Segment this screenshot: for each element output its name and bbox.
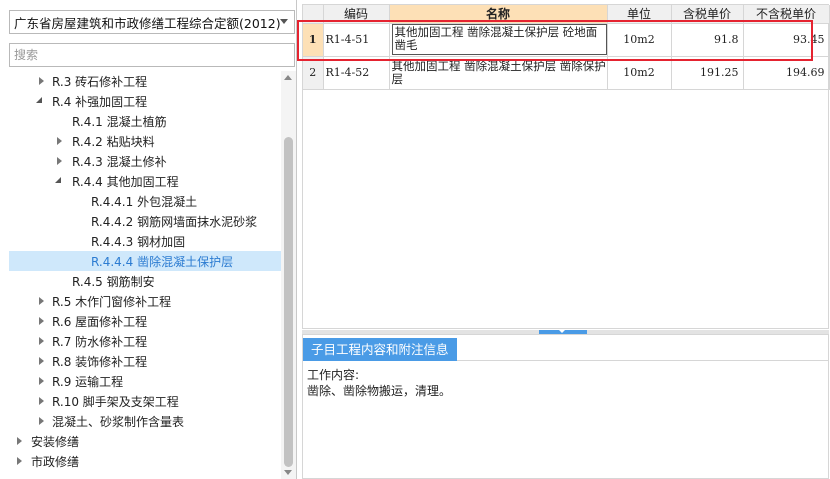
tree-node-r444-selected[interactable]: R.4.4.4 凿除混凝土保护层 <box>9 251 281 271</box>
tree-node-label: R.4.4.2 钢筋网墙面抹水泥砂浆 <box>91 214 258 229</box>
tree-node-r8[interactable]: R.8 装饰修补工程 <box>9 351 281 371</box>
tree-node-r5[interactable]: R.5 木作门窗修补工程 <box>9 291 281 311</box>
tree-node-r45[interactable]: R.4.5 钢筋制安 <box>9 271 281 291</box>
tree-node-r6[interactable]: R.6 屋面修补工程 <box>9 311 281 331</box>
cell-code[interactable]: R1-4-51 <box>323 23 390 57</box>
tree-toggle-icon[interactable] <box>37 296 47 306</box>
scroll-up-icon[interactable] <box>284 75 292 80</box>
header-tax-excl-price[interactable]: 不含税单价 <box>743 5 830 24</box>
tree-node-label: R.4.3 混凝土修补 <box>72 154 167 169</box>
tree-node-label: R.4.4.4 凿除混凝土保护层 <box>91 254 234 269</box>
row-number: 1 <box>303 23 324 57</box>
chevron-down-icon[interactable] <box>280 19 288 24</box>
tree-node-label: 安装修缮 <box>31 434 80 449</box>
tree-node-label: R.9 运输工程 <box>52 374 124 389</box>
tree-node-label: R.3 砖石修补工程 <box>52 74 148 89</box>
cell-name[interactable]: 其他加固工程 凿除混凝土保护层 砼地面凿毛 <box>389 23 608 57</box>
cell-tax-incl-price[interactable]: 191.25 <box>671 56 744 90</box>
work-content-label: 工作内容: <box>307 368 360 382</box>
header-rownum <box>303 5 324 24</box>
tree-node-r41[interactable]: R.4.1 混凝土植筋 <box>9 111 281 131</box>
tree-node-r10[interactable]: R.10 脚手架及支架工程 <box>9 391 281 411</box>
cell-name-editor[interactable]: 其他加固工程 凿除混凝土保护层 砼地面凿毛 <box>391 24 607 55</box>
cell-tax-excl-price[interactable]: 194.69 <box>743 56 830 90</box>
tree-node-municipal[interactable]: 市政修缮 <box>9 451 281 471</box>
tree-node-label: R.4.1 混凝土植筋 <box>72 114 167 129</box>
tree-node-r42[interactable]: R.4.2 粘贴块料 <box>9 131 281 151</box>
tree-node-label: R.4.4.3 钢材加固 <box>91 234 186 249</box>
tree-toggle-icon[interactable] <box>37 356 47 366</box>
tree-toggle-icon[interactable] <box>35 96 45 106</box>
tree-node-r443[interactable]: R.4.4.3 钢材加固 <box>9 231 281 251</box>
header-name[interactable]: 名称 <box>389 5 608 24</box>
tree-node-r9[interactable]: R.9 运输工程 <box>9 371 281 391</box>
tab-work-content-notes[interactable]: 子目工程内容和附注信息 <box>303 338 457 361</box>
tree-toggle-icon[interactable] <box>55 136 65 146</box>
tree-node-install[interactable]: 安装修缮 <box>9 431 281 451</box>
info-tabbar: 子目工程内容和附注信息 <box>303 335 828 361</box>
quota-library-value: 广东省房屋建筑和市政修缮工程综合定额(2012) <box>14 15 281 31</box>
header-tax-incl-price[interactable]: 含税单价 <box>671 5 744 24</box>
left-panel: 广东省房屋建筑和市政修缮工程综合定额(2012) R.3 砖石修补工程 R.4 … <box>0 0 297 479</box>
quota-tree: R.3 砖石修补工程 R.4 补强加固工程 R.4.1 混凝土植筋 R.4.2 … <box>0 71 281 479</box>
tree-node-r3[interactable]: R.3 砖石修补工程 <box>9 71 281 91</box>
tree-toggle-icon[interactable] <box>15 436 25 446</box>
work-content-text: 凿除、凿除物搬运，清理。 <box>307 384 452 398</box>
tree-node-r44[interactable]: R.4.4 其他加固工程 <box>9 171 281 191</box>
tree-node-r442[interactable]: R.4.4.2 钢筋网墙面抹水泥砂浆 <box>9 211 281 231</box>
tree-node-label: R.4.5 钢筋制安 <box>72 274 155 289</box>
header-code[interactable]: 编码 <box>323 5 390 24</box>
tree-toggle-icon[interactable] <box>54 176 64 186</box>
cell-unit[interactable]: 10m2 <box>607 56 672 90</box>
quota-library-select[interactable]: 广东省房屋建筑和市政修缮工程综合定额(2012) <box>9 10 295 34</box>
search-input[interactable] <box>9 43 295 67</box>
cell-name[interactable]: 其他加固工程 凿除混凝土保护层 凿除保护层 <box>389 56 608 90</box>
tree-node-mix-table[interactable]: 混凝土、砂浆制作含量表 <box>9 411 281 431</box>
tree-node-label: R.4 补强加固工程 <box>52 94 148 109</box>
tree-toggle-icon[interactable] <box>37 396 47 406</box>
tree-node-label: R.4.4.1 外包混凝土 <box>91 194 198 209</box>
cell-tax-incl-price[interactable]: 91.8 <box>671 23 744 57</box>
table-row[interactable]: 1 R1-4-51 其他加固工程 凿除混凝土保护层 砼地面凿毛 10m2 91.… <box>303 23 830 57</box>
tree-toggle-icon[interactable] <box>37 336 47 346</box>
scroll-down-icon[interactable] <box>284 470 292 475</box>
tree-node-label: R.4.4 其他加固工程 <box>72 174 179 189</box>
scrollbar-thumb[interactable] <box>284 137 293 467</box>
tree-node-label: R.5 木作门窗修补工程 <box>52 294 172 309</box>
tree-node-r7[interactable]: R.7 防水修补工程 <box>9 331 281 351</box>
quota-browser-window: 广东省房屋建筑和市政修缮工程综合定额(2012) R.3 砖石修补工程 R.4 … <box>0 0 830 479</box>
tree-toggle-icon[interactable] <box>37 416 47 426</box>
quota-table: 编码 名称 单位 含税单价 不含税单价 1 R1-4-51 其他加固工程 凿除混… <box>302 4 830 329</box>
row-number: 2 <box>303 56 324 90</box>
cell-tax-excl-price[interactable]: 93.45 <box>743 23 830 57</box>
cell-code[interactable]: R1-4-52 <box>323 56 390 90</box>
tree-node-r43[interactable]: R.4.3 混凝土修补 <box>9 151 281 171</box>
tree-toggle-icon[interactable] <box>15 456 25 466</box>
tree-toggle-icon[interactable] <box>37 316 47 326</box>
cell-unit[interactable]: 10m2 <box>607 23 672 57</box>
info-panel: 子目工程内容和附注信息 工作内容: 凿除、凿除物搬运，清理。 <box>302 334 829 479</box>
table-row[interactable]: 2 R1-4-52 其他加固工程 凿除混凝土保护层 凿除保护层 10m2 191… <box>303 56 830 90</box>
tree-node-label: R.4.2 粘贴块料 <box>72 134 155 149</box>
tree-node-label: 混凝土、砂浆制作含量表 <box>52 414 185 429</box>
tree-node-r441[interactable]: R.4.4.1 外包混凝土 <box>9 191 281 211</box>
tree-node-r4[interactable]: R.4 补强加固工程 <box>9 91 281 111</box>
tree-node-label: R.7 防水修补工程 <box>52 334 148 349</box>
tree-node-label: R.6 屋面修补工程 <box>52 314 148 329</box>
tree-node-label: R.10 脚手架及支架工程 <box>52 394 179 409</box>
tree-node-label: R.8 装饰修补工程 <box>52 354 148 369</box>
tree-scrollbar[interactable] <box>281 71 296 479</box>
table-header-row: 编码 名称 单位 含税单价 不含税单价 <box>303 5 830 24</box>
header-unit[interactable]: 单位 <box>607 5 672 24</box>
tree-toggle-icon[interactable] <box>37 76 47 86</box>
tree-toggle-icon[interactable] <box>55 156 65 166</box>
info-body: 工作内容: 凿除、凿除物搬运，清理。 <box>307 367 451 399</box>
tree-toggle-icon[interactable] <box>37 376 47 386</box>
tree-node-label: 市政修缮 <box>31 454 80 469</box>
